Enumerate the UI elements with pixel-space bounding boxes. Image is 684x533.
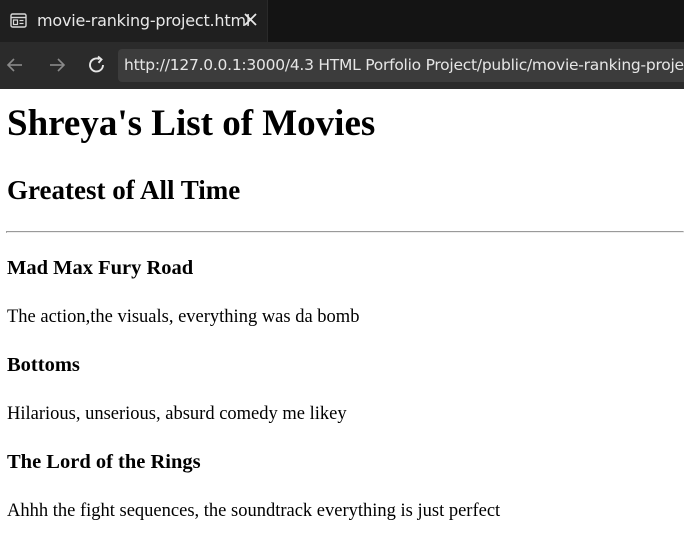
page-icon xyxy=(10,13,27,28)
divider xyxy=(6,231,684,233)
movie-description: The action,the visuals, everything was d… xyxy=(7,307,360,327)
section-title: Greatest of All Time xyxy=(7,175,241,205)
movie-title: The Lord of the Rings xyxy=(7,451,201,473)
page-content: Shreya's List of Movies Greatest of All … xyxy=(0,89,684,533)
tab-strip-empty xyxy=(268,0,684,42)
browser-chrome: movie-ranking-project.html http://127.0.… xyxy=(0,0,684,89)
tab-title: movie-ranking-project.html xyxy=(37,11,251,30)
tab-bar: movie-ranking-project.html xyxy=(0,0,684,42)
arrow-left-icon[interactable] xyxy=(4,54,26,76)
arrow-right-icon[interactable] xyxy=(46,54,68,76)
reload-icon[interactable] xyxy=(86,54,108,76)
movie-description: Hilarious, unserious, absurd comedy me l… xyxy=(7,404,347,424)
movie-description: Ahhh the fight sequences, the soundtrack… xyxy=(7,501,501,521)
close-icon[interactable] xyxy=(242,11,259,28)
page-title: Shreya's List of Movies xyxy=(7,103,376,144)
movie-title: Mad Max Fury Road xyxy=(7,257,194,279)
address-bar[interactable]: http://127.0.0.1:3000/4.3 HTML Porfolio … xyxy=(118,49,684,82)
navigation-bar: http://127.0.0.1:3000/4.3 HTML Porfolio … xyxy=(0,42,684,89)
movie-title: Bottoms xyxy=(7,354,80,376)
browser-tab[interactable]: movie-ranking-project.html xyxy=(0,0,268,42)
url-text: http://127.0.0.1:3000/4.3 HTML Porfolio … xyxy=(124,56,684,74)
